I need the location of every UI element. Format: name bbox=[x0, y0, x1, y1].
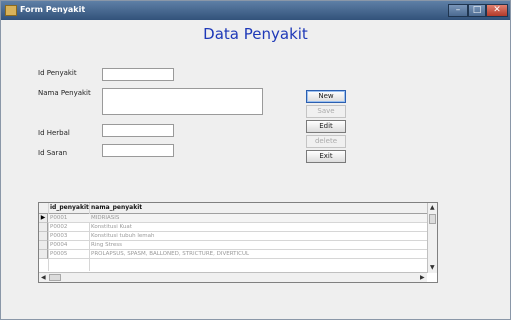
row-selector[interactable] bbox=[39, 241, 48, 250]
row-selector[interactable] bbox=[39, 223, 48, 232]
form-penyakit-window: Form Penyakit – □ ✕ Data Penyakit Id Pen… bbox=[0, 0, 511, 320]
row-selector[interactable] bbox=[39, 250, 48, 259]
cell-nama: Konstitusi Kuat bbox=[91, 224, 132, 230]
cell-id: P0001 bbox=[50, 215, 68, 221]
exit-button[interactable]: Exit bbox=[306, 150, 346, 163]
horizontal-scroll-thumb[interactable] bbox=[49, 274, 61, 281]
cell-id: P0004 bbox=[50, 242, 68, 248]
nama-penyakit-textarea[interactable] bbox=[102, 88, 263, 115]
grid-header: id_penyakit nama_penyakit bbox=[39, 203, 427, 214]
scroll-right-icon[interactable]: ▶ bbox=[420, 275, 425, 281]
new-button[interactable]: New bbox=[306, 90, 346, 103]
id-penyakit-input[interactable] bbox=[102, 68, 174, 81]
cell-id: P0005 bbox=[50, 251, 68, 257]
app-icon bbox=[5, 5, 17, 16]
table-row[interactable]: P0001 MIDRIASIS bbox=[48, 214, 427, 223]
close-icon: ✕ bbox=[493, 5, 501, 15]
table-row[interactable]: P0003 Konstitusi tubuh lemah bbox=[48, 232, 427, 241]
window-title: Form Penyakit bbox=[20, 5, 86, 14]
cell-nama: Ring Stress bbox=[91, 242, 122, 248]
scroll-left-icon[interactable]: ◀ bbox=[41, 275, 46, 281]
edit-button[interactable]: Edit bbox=[306, 120, 346, 133]
cell-nama: MIDRIASIS bbox=[91, 215, 120, 221]
id-herbal-label: Id Herbal bbox=[38, 129, 70, 137]
id-saran-input[interactable] bbox=[102, 144, 174, 157]
column-header-nama-penyakit[interactable]: nama_penyakit bbox=[91, 204, 142, 211]
cell-nama: Konstitusi tubuh lemah bbox=[91, 233, 155, 239]
id-herbal-input[interactable] bbox=[102, 124, 174, 137]
nama-penyakit-label: Nama Penyakit bbox=[38, 89, 91, 97]
vertical-scroll-thumb[interactable] bbox=[429, 214, 436, 224]
minimize-icon: – bbox=[455, 5, 461, 15]
save-button[interactable]: Save bbox=[306, 105, 346, 118]
scroll-down-icon[interactable]: ▼ bbox=[430, 265, 435, 271]
table-row[interactable]: P0004 Ring Stress bbox=[48, 241, 427, 250]
scroll-up-icon[interactable]: ▲ bbox=[430, 205, 435, 211]
cell-id: P0002 bbox=[50, 224, 68, 230]
maximize-button[interactable]: □ bbox=[468, 4, 486, 17]
table-row[interactable]: P0005 PROLAPSUS, SPASM, BALLONED, STRICT… bbox=[48, 250, 427, 259]
form-title: Data Penyakit bbox=[203, 25, 308, 43]
table-row[interactable]: P0002 Konstitusi Kuat bbox=[48, 223, 427, 232]
minimize-button[interactable]: – bbox=[448, 4, 468, 17]
row-selector[interactable] bbox=[39, 232, 48, 241]
title-bar[interactable]: Form Penyakit – □ ✕ bbox=[1, 1, 510, 20]
delete-button[interactable]: delete bbox=[306, 135, 346, 148]
row-selector-current[interactable]: ▶ bbox=[39, 214, 48, 223]
maximize-icon: □ bbox=[472, 5, 482, 15]
close-button[interactable]: ✕ bbox=[486, 4, 508, 17]
cell-id: P0003 bbox=[50, 233, 68, 239]
column-header-id-penyakit[interactable]: id_penyakit bbox=[50, 204, 89, 211]
horizontal-scrollbar[interactable]: ◀ ▶ bbox=[39, 272, 427, 282]
id-penyakit-label: Id Penyakit bbox=[38, 69, 77, 77]
penyakit-data-grid[interactable]: id_penyakit nama_penyakit ▶ P0001 MIDRIA… bbox=[38, 202, 438, 283]
current-row-icon: ▶ bbox=[40, 214, 46, 221]
id-saran-label: Id Saran bbox=[38, 149, 68, 157]
vertical-scrollbar[interactable]: ▲ ▼ bbox=[427, 203, 437, 273]
cell-nama: PROLAPSUS, SPASM, BALLONED, STRICTURE, D… bbox=[91, 251, 250, 257]
